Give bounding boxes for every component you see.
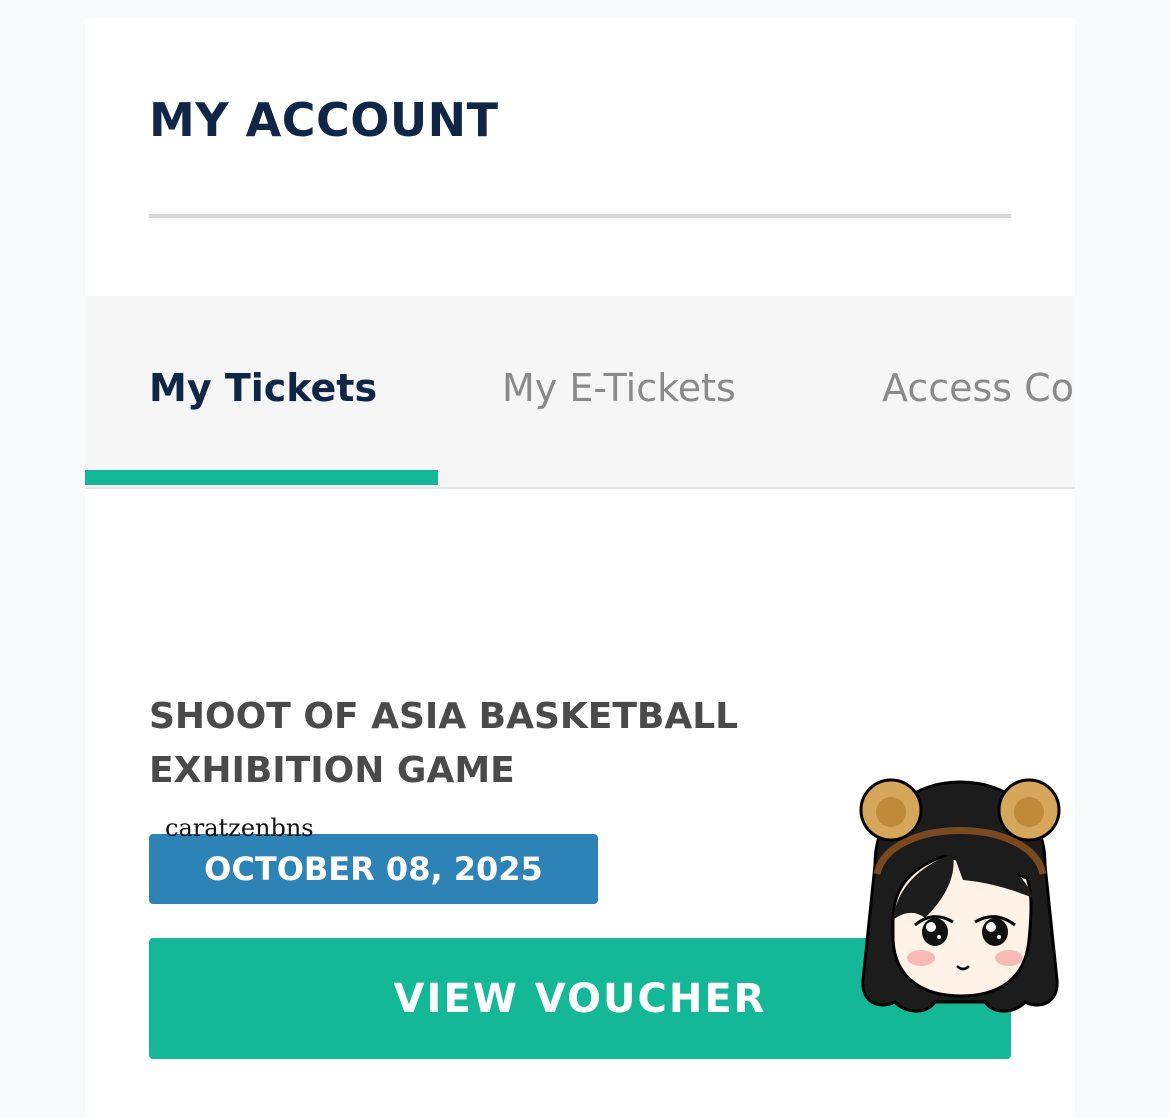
- active-tab-indicator: [85, 470, 438, 485]
- page-title: MY ACCOUNT: [149, 93, 499, 147]
- tab-my-e-tickets[interactable]: My E-Tickets: [502, 366, 736, 410]
- tab-my-tickets[interactable]: My Tickets: [149, 366, 377, 410]
- event-date-badge: OCTOBER 08, 2025: [149, 834, 598, 904]
- account-card: MY ACCOUNT My Tickets My E-Tickets Acces…: [85, 18, 1075, 1118]
- tab-access-codes[interactable]: Access Co: [882, 366, 1074, 410]
- title-divider: [149, 214, 1011, 218]
- tab-bar: My Tickets My E-Tickets Access Co: [85, 296, 1075, 489]
- event-title: SHOOT OF ASIA BASKETBALL EXHIBITION GAME: [149, 696, 739, 791]
- watermark-text: caratzenbns: [165, 814, 314, 842]
- bear-ear-girl-sticker: [859, 778, 1061, 1013]
